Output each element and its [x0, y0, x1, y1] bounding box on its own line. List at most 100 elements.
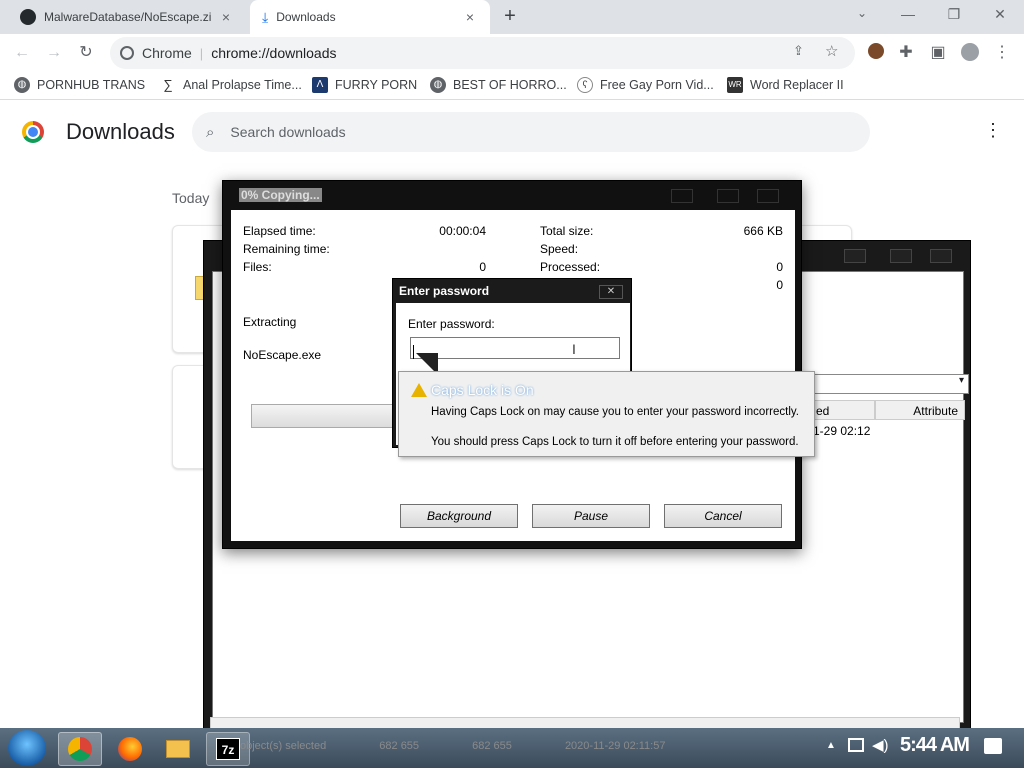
pause-button[interactable]: Pause — [532, 504, 650, 528]
site-label: Chrome — [142, 45, 192, 61]
files-value: 0 — [479, 260, 486, 274]
github-icon — [20, 9, 36, 25]
tab-title: Downloads — [276, 10, 336, 24]
action-center-icon[interactable] — [984, 738, 1002, 754]
column-header-attributes[interactable]: Attribute — [875, 400, 965, 420]
reload-icon[interactable]: ↻ — [76, 43, 96, 63]
minimize-button[interactable] — [671, 189, 693, 203]
sevenzip-icon: 7z — [216, 738, 240, 760]
cancel-button[interactable]: Cancel — [664, 504, 782, 528]
status-date: 2020-11-29 02:11:57 — [564, 740, 666, 752]
remaining-label: Remaining time: — [243, 242, 330, 256]
current-file-name: NoEscape.exe — [243, 348, 322, 362]
bookmark-item[interactable]: ◍ PORNHUB TRANS — [14, 77, 145, 93]
url-text: chrome://downloads — [211, 45, 337, 61]
network-icon[interactable] — [848, 738, 864, 752]
restore-button[interactable]: ❐ — [944, 6, 964, 26]
extra-value: 0 — [776, 278, 783, 292]
forward-icon[interactable]: → — [44, 43, 64, 63]
new-tab-button[interactable]: + — [500, 6, 520, 28]
globe-icon: ◍ — [14, 77, 30, 93]
tab-malware-database[interactable]: MalwareDatabase/NoEscape.zi × — [8, 0, 246, 34]
bookmarks-bar: ◍ PORNHUB TRANS ∑ Anal Prolapse Time... ΛF… — [0, 72, 1024, 100]
word-replacer-icon: WR — [727, 77, 743, 93]
start-button[interactable] — [8, 730, 46, 766]
chrome-menu-icon[interactable]: ⋮ — [992, 43, 1012, 63]
operation-label: Extracting — [243, 315, 297, 329]
folder-icon — [166, 740, 190, 758]
omnibox[interactable]: Chrome | chrome://downloads ⇪ ☆ — [110, 37, 855, 69]
processed-value: 0 — [776, 260, 783, 274]
tab-search-icon[interactable]: ⌄ — [852, 6, 872, 26]
chrome-icon — [68, 737, 92, 761]
side-panel-icon[interactable]: ▣ — [928, 43, 948, 63]
maximize-button[interactable] — [717, 189, 739, 203]
bookmark-item[interactable]: WR Word Replacer II — [727, 77, 844, 93]
chrome-logo-icon — [22, 121, 44, 143]
taskbar-explorer[interactable] — [156, 732, 200, 766]
warning-icon — [411, 383, 427, 397]
show-hidden-icons[interactable]: ▲ — [826, 740, 836, 751]
toolbar: ← → ↻ Chrome | chrome://downloads ⇪ ☆ ✚ … — [0, 34, 1024, 72]
bookmark-item[interactable]: ʕ Free Gay Porn Vid... — [577, 77, 714, 93]
minimize-button[interactable] — [844, 249, 866, 263]
bookmark-label: Anal Prolapse Time... — [183, 78, 302, 92]
status-selected: object(s) selected — [240, 740, 327, 752]
password-input[interactable] — [410, 337, 620, 359]
bookmark-label: Word Replacer II — [750, 78, 844, 92]
elapsed-label: Elapsed time: — [243, 224, 316, 238]
files-label: Files: — [243, 260, 272, 274]
password-label: Enter password: — [408, 317, 495, 331]
elapsed-value: 00:00:04 — [439, 224, 486, 238]
bookmark-label: FURRY PORN — [335, 78, 418, 92]
close-button[interactable] — [757, 189, 779, 203]
profile-avatar-icon[interactable] — [960, 43, 980, 63]
taskbar-clock[interactable]: 5:44 AM — [900, 734, 970, 757]
status-packed-size: 682 655 — [472, 740, 512, 752]
bookmark-item[interactable]: ∑ Anal Prolapse Time... — [160, 77, 302, 93]
text-caret — [413, 345, 414, 359]
sigma-icon: ∑ — [160, 77, 176, 93]
tab-title: MalwareDatabase/NoEscape.zi — [44, 10, 212, 24]
chrome-site-icon — [120, 46, 134, 60]
search-downloads-input[interactable]: ⌕ Search downloads — [192, 112, 870, 152]
bookmark-star-icon[interactable]: ☆ — [825, 42, 838, 60]
omnibox-separator: | — [199, 45, 204, 61]
bookmark-label: Free Gay Porn Vid... — [600, 78, 714, 92]
share-icon[interactable]: ⇪ — [793, 43, 804, 59]
sevenzip-statusbar: object(s) selected 682 655 682 655 2020-… — [240, 740, 665, 752]
bookmark-item[interactable]: ◍ BEST OF HORRO... — [430, 77, 567, 93]
path-dropdown[interactable]: ▾ — [809, 374, 969, 394]
column-header-modified[interactable]: ed — [809, 400, 875, 420]
tab-downloads[interactable]: ⤓ Downloads × — [250, 0, 490, 34]
volume-icon[interactable]: ◀) — [872, 736, 889, 754]
close-tab-icon[interactable]: × — [218, 9, 234, 25]
total-size-value: 666 KB — [743, 224, 783, 238]
minimize-button[interactable]: — — [898, 6, 918, 26]
back-icon[interactable]: ← — [12, 43, 32, 63]
dialog-title: 0% Copying... — [239, 188, 322, 202]
background-button[interactable]: Background — [400, 504, 518, 528]
speed-label: Speed: — [540, 242, 579, 256]
progress-bar — [251, 404, 401, 428]
dialog-title: Enter password — [399, 284, 490, 298]
close-button[interactable]: ✕ — [599, 285, 623, 299]
total-size-label: Total size: — [540, 224, 594, 238]
globe-icon: ◍ — [430, 77, 446, 93]
processed-label: Processed: — [540, 260, 601, 274]
bookmark-label: PORNHUB TRANS — [37, 78, 146, 92]
tab-strip: MalwareDatabase/NoEscape.zi × ⤓ Download… — [0, 0, 1024, 34]
taskbar-firefox[interactable] — [108, 732, 152, 766]
profile-extension-icon[interactable] — [866, 43, 886, 63]
search-icon: ⌕ — [206, 123, 215, 141]
maximize-button[interactable] — [890, 249, 912, 263]
downloads-menu-icon[interactable]: ⋮ — [984, 120, 1002, 144]
close-tab-icon[interactable]: × — [462, 9, 478, 25]
status-size: 682 655 — [379, 740, 420, 752]
taskbar-chrome[interactable] — [58, 732, 102, 766]
extensions-puzzle-icon[interactable]: ✚ — [896, 43, 916, 63]
bookmark-item[interactable]: Λ FURRY PORN — [312, 77, 417, 93]
close-window-button[interactable]: ✕ — [990, 6, 1010, 26]
close-button[interactable] — [930, 249, 952, 263]
date-section-label: Today — [172, 190, 210, 206]
